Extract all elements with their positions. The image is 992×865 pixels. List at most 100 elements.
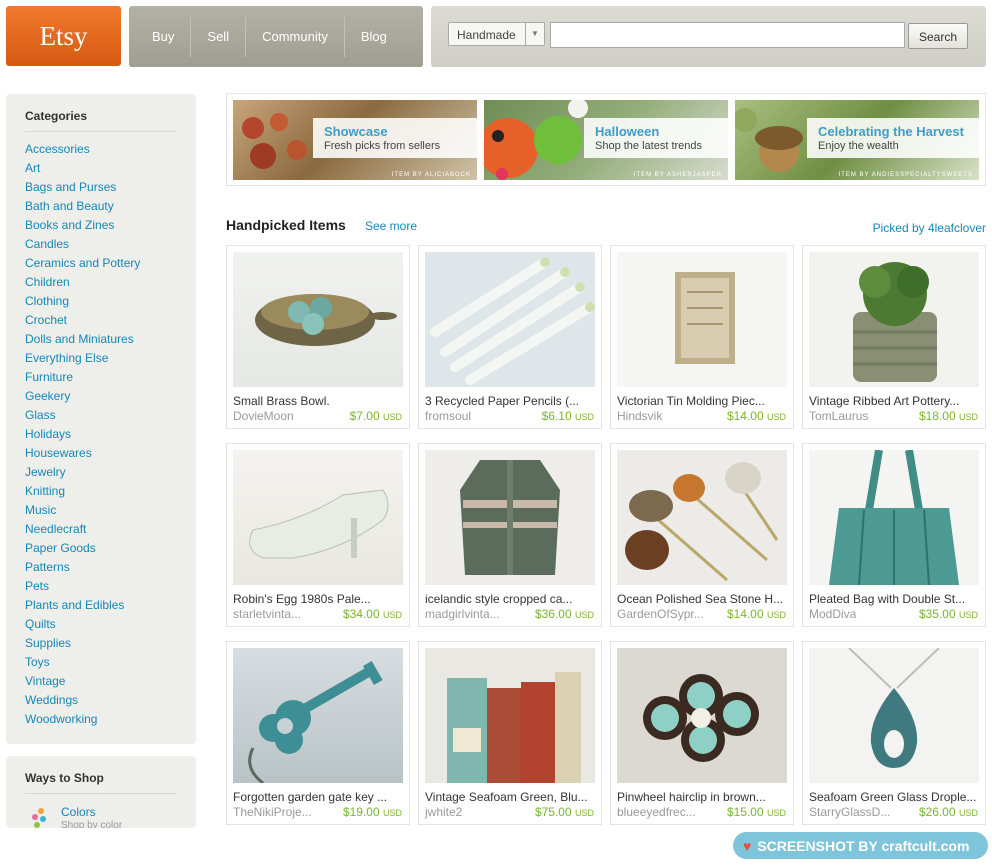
category-link[interactable]: Weddings bbox=[25, 693, 140, 712]
chevron-down-icon[interactable]: ▼ bbox=[525, 23, 544, 45]
promo-banners: Showcase Fresh picks from sellers ITEM B… bbox=[226, 93, 986, 186]
item-image[interactable] bbox=[617, 450, 787, 585]
item-title[interactable]: Robin's Egg 1980s Pale... bbox=[233, 592, 403, 606]
item-shop[interactable]: TomLaurus bbox=[809, 409, 868, 423]
item-shop[interactable]: DovieMoon bbox=[233, 409, 294, 423]
banner-harvest[interactable]: Celebrating the Harvest Enjoy the wealth… bbox=[735, 100, 979, 180]
item-card[interactable]: Vintage Ribbed Art Pottery... TomLaurus … bbox=[802, 245, 986, 429]
ways-colors-link[interactable]: Colors bbox=[61, 805, 96, 819]
ways-to-shop-title: Ways to Shop bbox=[25, 771, 104, 785]
category-link[interactable]: Vintage bbox=[25, 674, 140, 693]
item-title[interactable]: Pinwheel hairclip in brown... bbox=[617, 790, 787, 804]
item-image[interactable] bbox=[809, 450, 979, 585]
category-link[interactable]: Pets bbox=[25, 579, 140, 598]
category-link[interactable]: Knitting bbox=[25, 484, 140, 503]
item-title[interactable]: icelandic style cropped ca... bbox=[425, 592, 595, 606]
item-title[interactable]: Vintage Seafoam Green, Blu... bbox=[425, 790, 595, 804]
etsy-logo[interactable]: Etsy bbox=[6, 6, 121, 66]
category-link[interactable]: Crochet bbox=[25, 313, 140, 332]
item-shop[interactable]: ModDiva bbox=[809, 607, 856, 621]
category-link[interactable]: Jewelry bbox=[25, 465, 140, 484]
category-link[interactable]: Dolls and Miniatures bbox=[25, 332, 140, 351]
item-title[interactable]: Ocean Polished Sea Stone H... bbox=[617, 592, 787, 606]
item-title[interactable]: Seafoam Green Glass Drople... bbox=[809, 790, 979, 804]
category-link[interactable]: Art bbox=[25, 161, 140, 180]
item-image[interactable] bbox=[809, 648, 979, 783]
category-link[interactable]: Supplies bbox=[25, 636, 140, 655]
category-link[interactable]: Candles bbox=[25, 237, 140, 256]
item-shop[interactable]: GardenOfSypr... bbox=[617, 607, 704, 621]
category-link[interactable]: Glass bbox=[25, 408, 140, 427]
item-shop[interactable]: madgirlvinta... bbox=[425, 607, 500, 621]
picked-by-link[interactable]: Picked by 4leafclover bbox=[873, 221, 986, 235]
item-title[interactable]: Pleated Bag with Double St... bbox=[809, 592, 979, 606]
item-image[interactable] bbox=[233, 252, 403, 387]
item-shop[interactable]: StarryGlassD... bbox=[809, 805, 890, 819]
item-image[interactable] bbox=[425, 252, 595, 387]
category-link[interactable]: Quilts bbox=[25, 617, 140, 636]
category-list: Accessories Art Bags and Purses Bath and… bbox=[25, 142, 140, 731]
item-title[interactable]: Victorian Tin Molding Piec... bbox=[617, 394, 787, 408]
item-shop[interactable]: blueeyedfrec... bbox=[617, 805, 696, 819]
item-shop[interactable]: starletvinta... bbox=[233, 607, 301, 621]
category-link[interactable]: Needlecraft bbox=[25, 522, 140, 541]
item-shop[interactable]: TheNikiProje... bbox=[233, 805, 312, 819]
see-more-link[interactable]: See more bbox=[365, 219, 417, 233]
category-link[interactable]: Bags and Purses bbox=[25, 180, 140, 199]
category-link[interactable]: Bath and Beauty bbox=[25, 199, 140, 218]
category-link[interactable]: Music bbox=[25, 503, 140, 522]
item-shop[interactable]: fromsoul bbox=[425, 409, 471, 423]
item-title[interactable]: 3 Recycled Paper Pencils (... bbox=[425, 394, 595, 408]
price-value: $34.00 bbox=[342, 607, 380, 621]
item-image[interactable] bbox=[425, 648, 595, 783]
category-link[interactable]: Housewares bbox=[25, 446, 140, 465]
nav-buy[interactable]: Buy bbox=[129, 16, 192, 57]
category-link[interactable]: Clothing bbox=[25, 294, 140, 313]
item-card[interactable]: 3 Recycled Paper Pencils (... fromsoul $… bbox=[418, 245, 602, 429]
category-link[interactable]: Toys bbox=[25, 655, 140, 674]
category-link[interactable]: Everything Else bbox=[25, 351, 140, 370]
item-card[interactable]: Pinwheel hairclip in brown... blueeyedfr… bbox=[610, 641, 794, 825]
item-card[interactable]: Victorian Tin Molding Piec... Hindsvik $… bbox=[610, 245, 794, 429]
item-shop[interactable]: Hindsvik bbox=[617, 409, 662, 423]
category-link[interactable]: Paper Goods bbox=[25, 541, 140, 560]
banner-showcase[interactable]: Showcase Fresh picks from sellers ITEM B… bbox=[233, 100, 477, 180]
category-link[interactable]: Patterns bbox=[25, 560, 140, 579]
item-image[interactable] bbox=[425, 450, 595, 585]
item-card[interactable]: Vintage Seafoam Green, Blu... jwhite2 $7… bbox=[418, 641, 602, 825]
nav-blog[interactable]: Blog bbox=[345, 17, 403, 57]
category-link[interactable]: Plants and Edibles bbox=[25, 598, 140, 617]
search-input[interactable] bbox=[550, 22, 905, 48]
item-image[interactable] bbox=[233, 450, 403, 585]
category-link[interactable]: Ceramics and Pottery bbox=[25, 256, 140, 275]
item-image[interactable] bbox=[617, 252, 787, 387]
category-link[interactable]: Children bbox=[25, 275, 140, 294]
category-link[interactable]: Geekery bbox=[25, 389, 140, 408]
item-card[interactable]: Seafoam Green Glass Drople... StarryGlas… bbox=[802, 641, 986, 825]
category-link[interactable]: Woodworking bbox=[25, 712, 140, 731]
category-link[interactable]: Holidays bbox=[25, 427, 140, 446]
banner-halloween[interactable]: Halloween Shop the latest trends ITEM BY… bbox=[484, 100, 728, 180]
item-price: $19.00 USD bbox=[343, 805, 402, 819]
item-card[interactable]: Forgotten garden gate key ... TheNikiPro… bbox=[226, 641, 410, 825]
item-price: $36.00 USD bbox=[535, 607, 594, 621]
item-card[interactable]: Ocean Polished Sea Stone H... GardenOfSy… bbox=[610, 443, 794, 627]
nav-community[interactable]: Community bbox=[246, 16, 345, 57]
search-category-select[interactable]: Handmade ▼ bbox=[448, 22, 545, 46]
item-title[interactable]: Forgotten garden gate key ... bbox=[233, 790, 403, 804]
nav-sell[interactable]: Sell bbox=[191, 16, 247, 57]
item-card[interactable]: Robin's Egg 1980s Pale... starletvinta..… bbox=[226, 443, 410, 627]
category-link[interactable]: Accessories bbox=[25, 142, 140, 161]
item-title[interactable]: Small Brass Bowl. bbox=[233, 394, 403, 408]
item-image[interactable] bbox=[233, 648, 403, 783]
item-image[interactable] bbox=[617, 648, 787, 783]
category-link[interactable]: Furniture bbox=[25, 370, 140, 389]
category-link[interactable]: Books and Zines bbox=[25, 218, 140, 237]
item-shop[interactable]: jwhite2 bbox=[425, 805, 462, 819]
item-title[interactable]: Vintage Ribbed Art Pottery... bbox=[809, 394, 979, 408]
item-card[interactable]: icelandic style cropped ca... madgirlvin… bbox=[418, 443, 602, 627]
item-card[interactable]: Pleated Bag with Double St... ModDiva $3… bbox=[802, 443, 986, 627]
item-image[interactable] bbox=[809, 252, 979, 387]
item-card[interactable]: Small Brass Bowl. DovieMoon $7.00 USD bbox=[226, 245, 410, 429]
search-button[interactable]: Search bbox=[908, 23, 968, 49]
